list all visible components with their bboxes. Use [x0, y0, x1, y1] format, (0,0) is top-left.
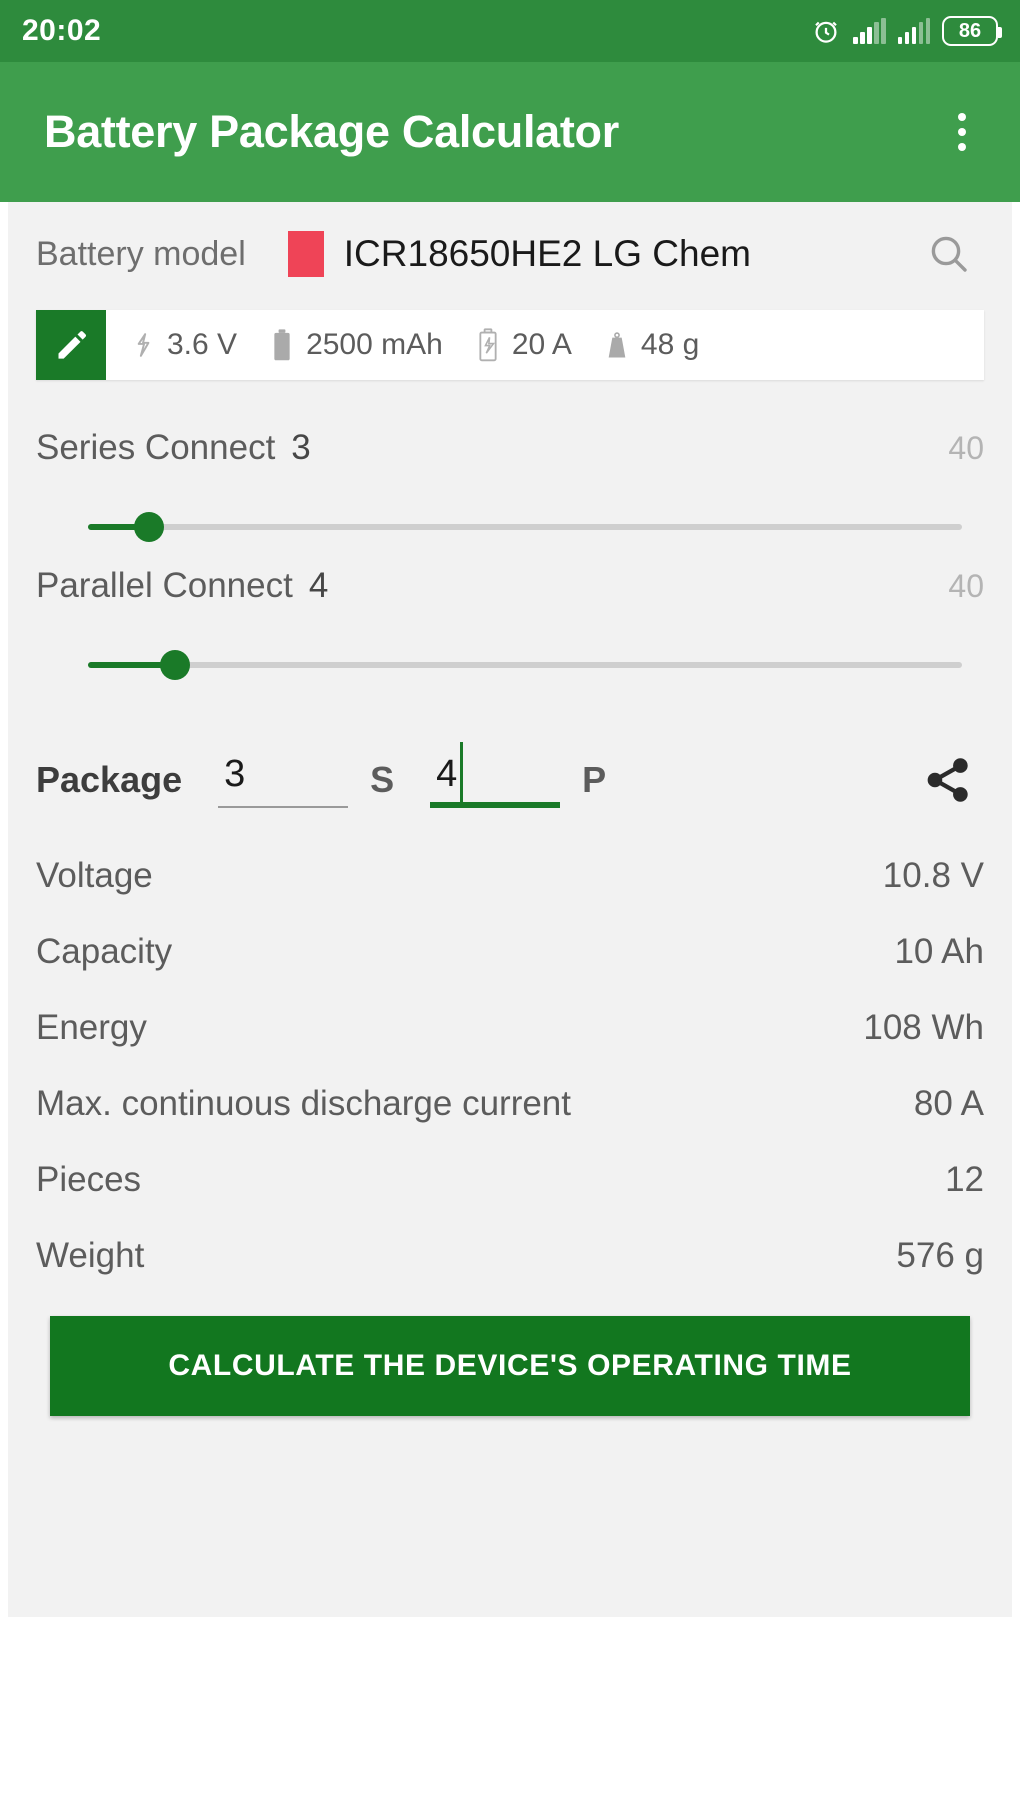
battery-spec-list: 3.6 V 2500 mAh 20 A 48 g — [106, 310, 984, 380]
parallel-connect-slider-block: Parallel Connect 4 40 — [8, 566, 1012, 692]
result-row-voltage: Voltage 10.8 V — [36, 838, 984, 914]
result-label-weight: Weight — [36, 1236, 145, 1275]
cta-wrapper: CALCULATE THE DEVICE'S OPERATING TIME — [8, 1294, 1012, 1416]
more-vertical-icon[interactable] — [934, 96, 990, 168]
package-parallel-input[interactable]: 4 — [430, 741, 561, 808]
result-row-capacity: Capacity 10 Ah — [36, 914, 984, 990]
battery-bolt-icon — [473, 328, 503, 362]
parallel-slider-header: Parallel Connect 4 40 — [36, 566, 984, 638]
spec-value-voltage: 3.6 V — [167, 328, 238, 361]
spec-item-capacity: 2500 mAh — [267, 328, 443, 362]
parallel-slider-label-group: Parallel Connect 4 — [36, 566, 328, 606]
package-series-suffix: S — [370, 759, 395, 800]
package-parallel-underline — [430, 801, 561, 808]
result-label-max-discharge: Max. continuous discharge current — [36, 1084, 571, 1123]
battery-model-value[interactable]: ICR18650HE2 LG Chem — [344, 233, 914, 275]
series-slider-value: 3 — [291, 428, 311, 467]
spec-value-current: 20 A — [511, 328, 572, 361]
battery-percent-label: 86 — [958, 19, 982, 42]
result-row-weight: Weight 576 g — [36, 1218, 984, 1294]
result-value-weight: 576 g — [896, 1236, 984, 1275]
weight-icon — [602, 329, 632, 361]
app-screen: 20:02 86 Battery Package Calculator Batt… — [0, 0, 1020, 1813]
pencil-edit-icon[interactable] — [36, 310, 106, 380]
battery-color-swatch — [287, 231, 324, 277]
main-content: Battery model ICR18650HE2 LG Chem 3.6 V … — [8, 202, 1012, 1617]
results-list: Voltage 10.8 V Capacity 10 Ah Energy 108… — [8, 838, 1012, 1294]
series-slider[interactable] — [88, 500, 962, 554]
series-slider-track — [88, 524, 962, 530]
battery-full-icon — [267, 328, 297, 362]
parallel-slider-thumb[interactable] — [160, 650, 191, 680]
spec-value-weight: 48 g — [640, 328, 700, 361]
bolt-icon — [128, 330, 158, 360]
alarm-clock-icon — [811, 16, 841, 46]
battery-model-label: Battery model — [36, 234, 246, 273]
result-row-energy: Energy 108 Wh — [36, 990, 984, 1066]
page-title: Battery Package Calculator — [44, 106, 619, 157]
result-value-voltage: 10.8 V — [882, 856, 984, 895]
result-value-energy: 108 Wh — [863, 1008, 984, 1047]
result-label-energy: Energy — [36, 1008, 147, 1047]
package-row: Package 3 S 4 P — [8, 726, 1012, 834]
result-value-capacity: 10 Ah — [894, 932, 984, 971]
spec-item-weight: 48 g — [602, 328, 699, 362]
status-bar: 20:02 86 — [0, 0, 1020, 62]
series-slider-thumb[interactable] — [134, 512, 165, 542]
package-label: Package — [36, 759, 183, 800]
result-value-pieces: 12 — [945, 1160, 984, 1199]
series-slider-header: Series Connect 3 40 — [36, 428, 984, 500]
spec-item-current: 20 A — [473, 328, 572, 362]
series-slider-label: Series Connect — [36, 428, 276, 467]
spec-item-voltage: 3.6 V — [128, 328, 237, 362]
package-series-underline — [218, 805, 349, 808]
signal-bars-icon-1 — [853, 18, 886, 44]
battery-specs-card: 3.6 V 2500 mAh 20 A 48 g — [36, 310, 984, 380]
result-row-max-discharge: Max. continuous discharge current 80 A — [36, 1066, 984, 1142]
series-connect-slider-block: Series Connect 3 40 — [8, 428, 1012, 554]
signal-bars-icon-2 — [897, 18, 930, 44]
status-icons: 86 — [811, 16, 1002, 46]
parallel-slider-value: 4 — [308, 566, 329, 605]
app-bar: Battery Package Calculator — [0, 62, 1020, 202]
status-clock: 20:02 — [22, 14, 102, 47]
package-parallel-suffix: P — [582, 759, 607, 800]
parallel-slider-max: 40 — [948, 568, 984, 604]
search-icon[interactable] — [914, 219, 984, 289]
package-series-input[interactable]: 3 — [218, 752, 349, 808]
share-icon[interactable] — [912, 744, 984, 816]
parallel-slider[interactable] — [88, 638, 962, 692]
parallel-slider-track — [88, 662, 962, 668]
result-row-pieces: Pieces 12 — [36, 1142, 984, 1218]
result-label-pieces: Pieces — [36, 1160, 142, 1199]
package-parallel-value: 4 — [430, 741, 464, 802]
package-series-value: 3 — [224, 752, 246, 795]
spec-value-capacity: 2500 mAh — [306, 328, 443, 361]
calculate-operating-time-button[interactable]: CALCULATE THE DEVICE'S OPERATING TIME — [50, 1316, 970, 1416]
parallel-slider-label: Parallel Connect — [36, 566, 293, 605]
battery-model-row: Battery model ICR18650HE2 LG Chem — [8, 202, 1012, 306]
series-slider-label-group: Series Connect 3 — [36, 428, 311, 468]
series-slider-max: 40 — [948, 430, 984, 466]
battery-status-badge: 86 — [942, 16, 1002, 46]
result-label-capacity: Capacity — [36, 932, 173, 971]
result-label-voltage: Voltage — [36, 856, 153, 895]
result-value-max-discharge: 80 A — [913, 1084, 984, 1123]
